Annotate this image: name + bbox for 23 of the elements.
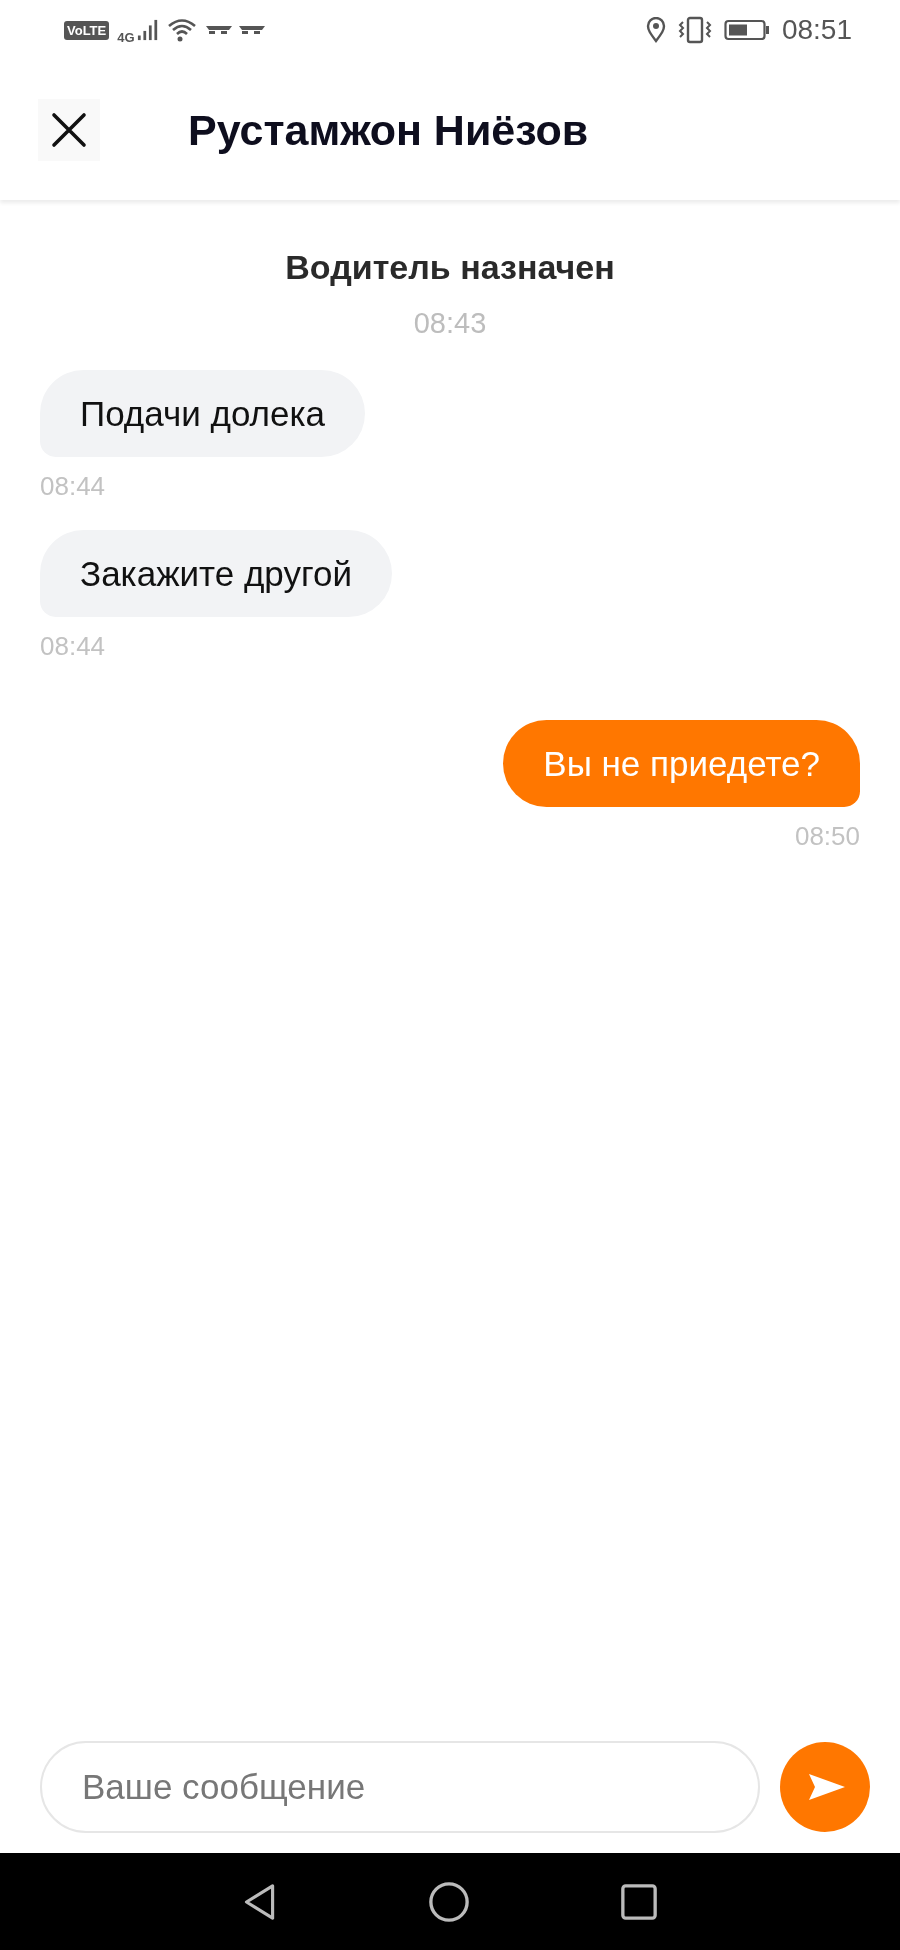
send-icon [807, 1772, 847, 1802]
signal-icon [136, 18, 159, 42]
message-time: 08:44 [40, 471, 106, 502]
clock: 08:51 [781, 14, 852, 46]
close-icon [51, 112, 87, 148]
incoming-message-bubble: Закажите другой [40, 530, 392, 617]
close-button[interactable] [38, 99, 100, 161]
wifi-icon [166, 17, 197, 43]
incoming-message-bubble: Подачи долека [40, 370, 366, 457]
message-time: 08:43 [413, 307, 487, 340]
battery-icon [723, 19, 770, 41]
network-type: 4G [117, 29, 135, 45]
outgoing-message-bubble: Вы не приедете? [503, 720, 860, 807]
home-icon[interactable] [428, 1880, 470, 1923]
recents-icon[interactable] [620, 1882, 658, 1921]
message-time: 08:50 [794, 821, 860, 852]
message-input[interactable]: Ваше сообщение [40, 1741, 760, 1833]
location-icon [645, 17, 666, 43]
contact-name: Рустамжон Ниёзов [188, 105, 589, 155]
system-message: Водитель назначен [285, 248, 615, 287]
vibrate-icon [677, 16, 712, 44]
volte-badge: VoLTE [64, 20, 110, 40]
message-time: 08:44 [40, 631, 106, 662]
